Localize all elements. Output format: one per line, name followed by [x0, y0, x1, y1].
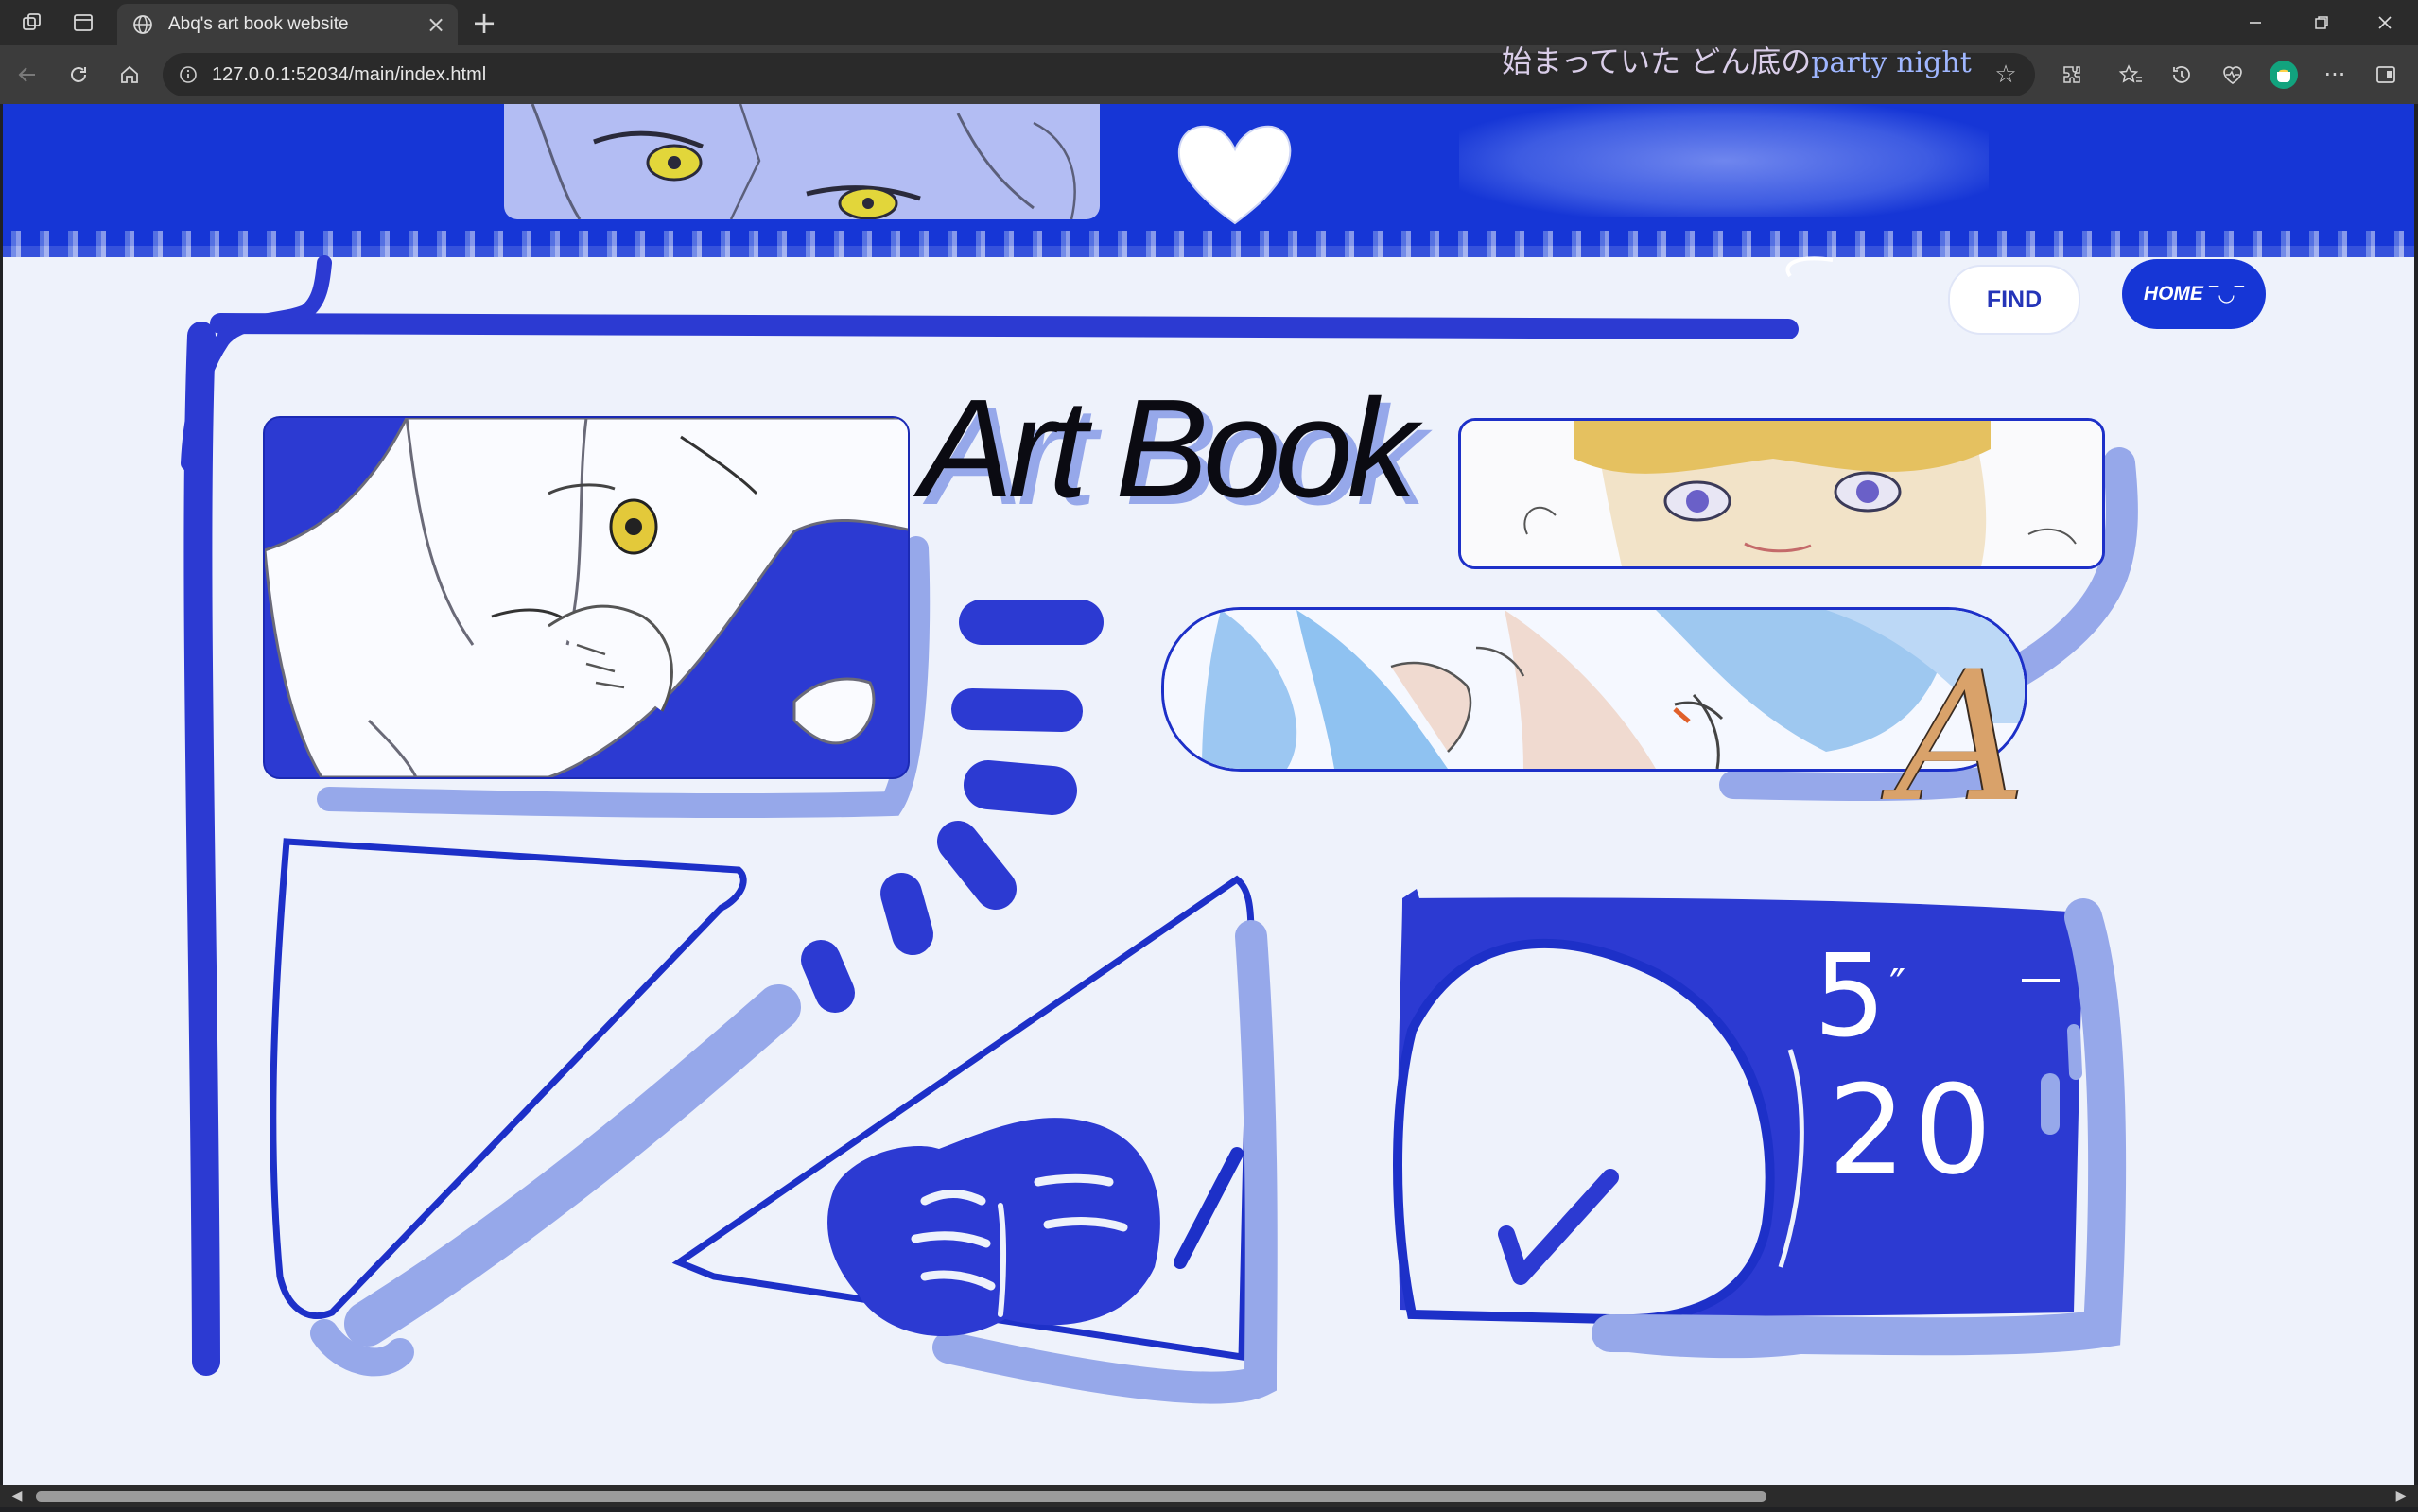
more-icon[interactable]: ··· [2311, 51, 2358, 98]
minimize-icon[interactable] [2222, 0, 2288, 45]
signature-monogram: A [1896, 633, 2027, 842]
window-close-icon[interactable] [2352, 0, 2418, 45]
browser-titlebar: Abq's art book website × + [0, 0, 2418, 45]
checkmark-icon [1498, 1169, 1619, 1285]
page-viewport: FIND HOME ‾◡‾ 5 ″ 20 Art Book A [3, 104, 2414, 1485]
restore-icon[interactable] [2288, 0, 2355, 45]
favorite-star-icon[interactable]: ☆ [1990, 59, 2022, 91]
board-text-bottom: 20 [1828, 1058, 2000, 1202]
refresh-icon[interactable] [55, 51, 102, 98]
home-button-label: HOME [2143, 283, 2203, 304]
artwork-panel-yellow-eye[interactable] [263, 416, 910, 779]
plus-icon[interactable]: + [463, 0, 505, 45]
home-icon[interactable] [106, 51, 153, 98]
tab-title: Abq's art book website [168, 14, 349, 34]
browser-toolbar: 127.0.0.1:52034/main/index.html ☆ ··· [0, 45, 2418, 104]
horizontal-scrollbar[interactable]: ◀ ▶ [0, 1485, 2418, 1507]
globe-icon [129, 10, 157, 39]
workspaces-icon[interactable] [6, 0, 59, 45]
header-haze [1459, 104, 1989, 217]
lyrics-overlay: 始まっていた どん底のparty night [1502, 38, 1972, 81]
board-text-top: 5 [1814, 931, 1887, 1063]
scroll-right-icon[interactable]: ▶ [2388, 1485, 2414, 1507]
home-button[interactable]: HOME ‾◡‾ [2122, 259, 2266, 329]
scroll-left-icon[interactable]: ◀ [4, 1485, 30, 1507]
heart-icon [1177, 125, 1292, 225]
header-illustration [504, 104, 1100, 219]
browser-tab-active[interactable]: Abq's art book website × [117, 4, 458, 45]
back-icon[interactable] [4, 51, 51, 98]
url-text: 127.0.0.1:52034/main/index.html [212, 64, 487, 85]
smile-glyph: ‾◡‾ [2208, 283, 2245, 305]
art-book-title: Art Book [920, 371, 1418, 527]
favorites-icon[interactable] [2107, 51, 2154, 98]
sidebar-icon[interactable] [2362, 51, 2409, 98]
book-icon [827, 1118, 1160, 1337]
lyric-latin: party night [1811, 46, 1972, 79]
scrollbar-thumb[interactable] [36, 1491, 1766, 1502]
health-icon[interactable] [2209, 51, 2256, 98]
history-icon[interactable] [2158, 51, 2205, 98]
find-button[interactable]: FIND [1948, 265, 2080, 335]
extensions-icon[interactable] [2048, 51, 2096, 98]
board-dash [2022, 979, 2060, 982]
tab-actions-icon[interactable] [57, 0, 110, 45]
close-icon[interactable]: × [420, 9, 452, 41]
lyric-jp: 始まっていた どん底の [1502, 43, 1812, 79]
profile-icon[interactable] [2260, 51, 2307, 98]
info-icon[interactable] [174, 61, 202, 89]
board-dots: ″ [1889, 960, 1906, 1011]
artwork-panel-blonde[interactable] [1458, 418, 2105, 569]
